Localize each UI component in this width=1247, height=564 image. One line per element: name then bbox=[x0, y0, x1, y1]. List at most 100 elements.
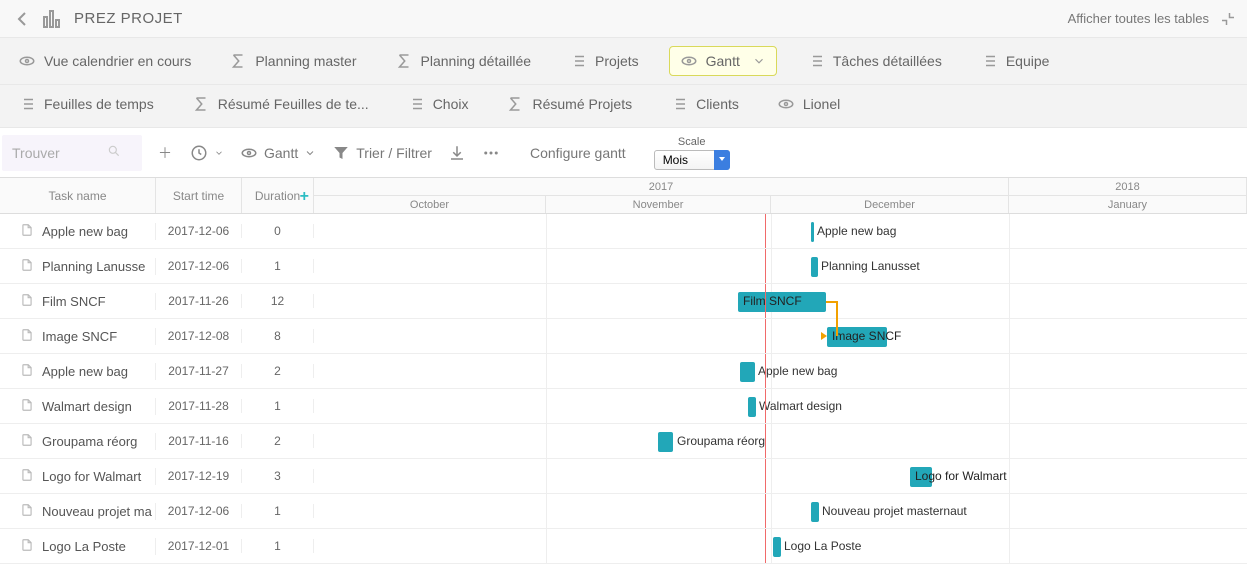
document-icon bbox=[20, 433, 34, 450]
tab-projets[interactable]: Projets bbox=[561, 46, 647, 76]
clock-icon bbox=[190, 144, 208, 162]
column-header-start[interactable]: Start time bbox=[156, 178, 242, 213]
gantt-bar[interactable] bbox=[748, 397, 756, 417]
sort-filter-button[interactable]: Trier / Filtrer bbox=[332, 144, 432, 162]
tab-label: Equipe bbox=[1006, 53, 1050, 69]
tab-lionel[interactable]: Lionel bbox=[769, 89, 848, 119]
gantt-bar[interactable] bbox=[658, 432, 673, 452]
show-all-tables-link[interactable]: Afficher toutes les tables bbox=[1068, 11, 1209, 26]
task-start-cell[interactable]: 2017-11-28 bbox=[156, 399, 242, 413]
tab-feuilles-de-temps[interactable]: Feuilles de temps bbox=[10, 89, 162, 119]
task-start-cell[interactable]: 2017-11-27 bbox=[156, 364, 242, 378]
eye-icon bbox=[680, 52, 698, 70]
task-name-cell[interactable]: Logo for Walmart bbox=[0, 468, 156, 485]
sigma-icon bbox=[229, 52, 247, 70]
history-button[interactable] bbox=[190, 144, 224, 162]
collapse-icon[interactable] bbox=[1219, 10, 1237, 28]
search-box[interactable] bbox=[2, 135, 142, 171]
gantt-bar[interactable] bbox=[811, 257, 818, 277]
gantt-bar[interactable] bbox=[740, 362, 755, 382]
task-start-cell[interactable]: 2017-12-19 bbox=[156, 469, 242, 483]
chevron-down-icon bbox=[752, 52, 766, 70]
month-cell: December bbox=[771, 196, 1009, 213]
tab-planning-master[interactable]: Planning master bbox=[221, 46, 364, 76]
table-row: Image SNCF2017-12-088Image SNCF bbox=[0, 319, 1247, 354]
tab-label: Choix bbox=[433, 96, 469, 112]
list-icon bbox=[670, 95, 688, 113]
task-duration-cell[interactable]: 2 bbox=[242, 434, 314, 448]
download-button[interactable] bbox=[448, 144, 466, 162]
task-name-text: Groupama réorg bbox=[42, 434, 137, 449]
year-cell: 2017 bbox=[314, 178, 1009, 195]
task-name-cell[interactable]: Logo La Poste bbox=[0, 538, 156, 555]
task-start-cell[interactable]: 2017-12-01 bbox=[156, 539, 242, 553]
search-icon bbox=[107, 144, 121, 161]
task-duration-cell[interactable]: 1 bbox=[242, 259, 314, 273]
task-name-text: Apple new bag bbox=[42, 364, 128, 379]
task-start-cell[interactable]: 2017-11-16 bbox=[156, 434, 242, 448]
add-column-icon[interactable]: + bbox=[300, 188, 309, 206]
today-line bbox=[765, 389, 766, 423]
task-start-cell[interactable]: 2017-12-06 bbox=[156, 224, 242, 238]
task-duration-cell[interactable]: 1 bbox=[242, 539, 314, 553]
column-header-task[interactable]: Task name bbox=[0, 178, 156, 213]
tab-t-ches-d-taill-es[interactable]: Tâches détaillées bbox=[799, 46, 950, 76]
tab-gantt[interactable]: Gantt bbox=[669, 46, 777, 76]
chevron-down-icon bbox=[214, 144, 224, 162]
tab-equipe[interactable]: Equipe bbox=[972, 46, 1058, 76]
gantt-bar-label: Planning Lanusset bbox=[821, 259, 920, 273]
task-name-cell[interactable]: Planning Lanusse bbox=[0, 258, 156, 275]
document-icon bbox=[20, 468, 34, 485]
more-icon bbox=[482, 144, 500, 162]
list-icon bbox=[569, 52, 587, 70]
gantt-bar[interactable] bbox=[773, 537, 781, 557]
task-duration-cell[interactable]: 12 bbox=[242, 294, 314, 308]
scale-select[interactable]: Mois bbox=[654, 150, 730, 170]
task-duration-cell[interactable]: 1 bbox=[242, 504, 314, 518]
task-name-cell[interactable]: Walmart design bbox=[0, 398, 156, 415]
task-name-text: Apple new bag bbox=[42, 224, 128, 239]
tab-planning-d-taill-e[interactable]: Planning détaillée bbox=[387, 46, 540, 76]
gantt-bar-label: Nouveau projet masternaut bbox=[822, 504, 967, 518]
tab-label: Tâches détaillées bbox=[833, 53, 942, 69]
column-header-duration[interactable]: Duration + bbox=[242, 178, 314, 213]
tab-r-sum-feuilles-de-te-[interactable]: Résumé Feuilles de te... bbox=[184, 89, 377, 119]
task-name-cell[interactable]: Apple new bag bbox=[0, 363, 156, 380]
tab-label: Feuilles de temps bbox=[44, 96, 154, 112]
task-duration-cell[interactable]: 8 bbox=[242, 329, 314, 343]
tab-choix[interactable]: Choix bbox=[399, 89, 477, 119]
add-button[interactable]: ＋ bbox=[156, 144, 174, 162]
more-button[interactable] bbox=[482, 144, 500, 162]
task-name-cell[interactable]: Groupama réorg bbox=[0, 433, 156, 450]
task-duration-cell[interactable]: 0 bbox=[242, 224, 314, 238]
task-start-cell[interactable]: 2017-12-08 bbox=[156, 329, 242, 343]
task-name-cell[interactable]: Film SNCF bbox=[0, 293, 156, 310]
configure-gantt-button[interactable]: Configure gantt bbox=[530, 145, 626, 161]
task-start-cell[interactable]: 2017-11-26 bbox=[156, 294, 242, 308]
tab-r-sum-projets[interactable]: Résumé Projets bbox=[498, 89, 640, 119]
sigma-icon bbox=[192, 95, 210, 113]
back-button[interactable] bbox=[10, 7, 34, 31]
tab-vue-calendrier-en-cours[interactable]: Vue calendrier en cours bbox=[10, 46, 199, 76]
task-name-text: Walmart design bbox=[42, 399, 132, 414]
tab-label: Clients bbox=[696, 96, 739, 112]
chevron-down-icon bbox=[304, 144, 316, 162]
task-start-cell[interactable]: 2017-12-06 bbox=[156, 504, 242, 518]
task-duration-cell[interactable]: 3 bbox=[242, 469, 314, 483]
search-input[interactable] bbox=[12, 145, 107, 161]
gantt-bar-label: Logo La Poste bbox=[784, 539, 861, 553]
task-name-cell[interactable]: Apple new bag bbox=[0, 223, 156, 240]
task-duration-cell[interactable]: 1 bbox=[242, 399, 314, 413]
gantt-bar[interactable] bbox=[811, 502, 819, 522]
tab-clients[interactable]: Clients bbox=[662, 89, 747, 119]
view-selector-gantt[interactable]: Gantt bbox=[240, 144, 316, 162]
list-icon bbox=[807, 52, 825, 70]
task-duration-cell[interactable]: 2 bbox=[242, 364, 314, 378]
task-start-cell[interactable]: 2017-12-06 bbox=[156, 259, 242, 273]
task-name-cell[interactable]: Image SNCF bbox=[0, 328, 156, 345]
gantt-bar[interactable] bbox=[811, 222, 814, 242]
eye-icon bbox=[18, 52, 36, 70]
sigma-icon bbox=[395, 52, 413, 70]
task-name-cell[interactable]: Nouveau projet ma bbox=[0, 503, 156, 520]
task-name-text: Image SNCF bbox=[42, 329, 117, 344]
